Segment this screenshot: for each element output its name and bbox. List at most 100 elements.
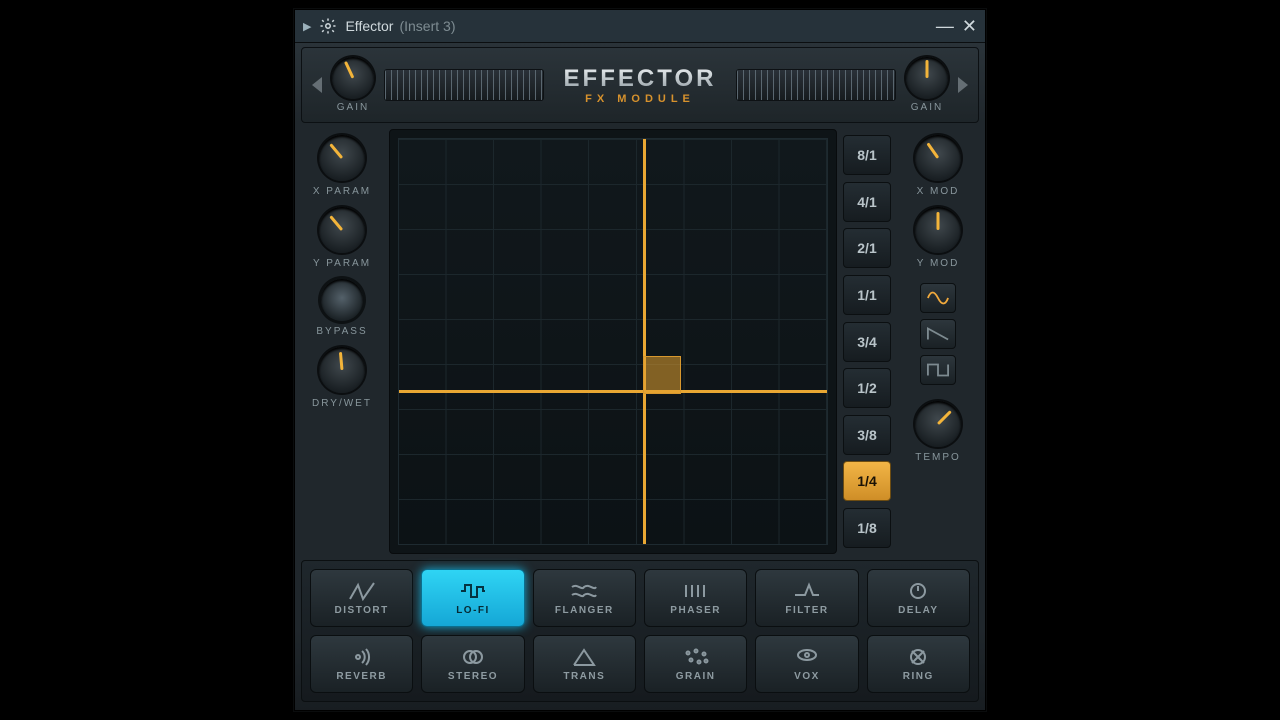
effect-distort[interactable]: DISTORT bbox=[310, 569, 413, 627]
waveform-sine-button[interactable] bbox=[920, 283, 956, 313]
rate-1-4[interactable]: 1/4 bbox=[843, 461, 891, 501]
xy-pad-frame bbox=[389, 129, 837, 554]
effect-vox[interactable]: VOX bbox=[755, 635, 858, 693]
effect-ring-label: RING bbox=[903, 671, 934, 682]
effect-phaser-label: PHASER bbox=[670, 605, 721, 616]
menu-caret-icon[interactable]: ▶ bbox=[303, 20, 311, 33]
tempo-label: TEMPO bbox=[915, 452, 961, 463]
drywet-knob[interactable] bbox=[319, 347, 365, 393]
bypass-label: BYPASS bbox=[316, 326, 367, 337]
flanger-icon bbox=[570, 581, 598, 601]
effect-trans[interactable]: TRANS bbox=[533, 635, 636, 693]
x-mod-label: X MOD bbox=[917, 186, 960, 197]
effect-grain-label: GRAIN bbox=[676, 671, 716, 682]
gain-out-knob[interactable] bbox=[906, 57, 948, 99]
rate-list: 8/1 4/1 2/1 1/1 3/4 1/2 3/8 1/4 1/8 bbox=[843, 129, 891, 554]
gain-out-knob-group: GAIN bbox=[906, 57, 948, 113]
rate-2-1[interactable]: 2/1 bbox=[843, 228, 891, 268]
plugin-window: ▶ Effector (Insert 3) — ✕ GAIN EFFECTOR … bbox=[294, 9, 986, 711]
right-column: X MOD Y MOD TEMPO bbox=[897, 129, 979, 554]
effect-flanger-label: FLANGER bbox=[555, 605, 614, 616]
window-title: Effector bbox=[345, 18, 393, 34]
rate-3-4[interactable]: 3/4 bbox=[843, 322, 891, 362]
xy-crosshair-v bbox=[643, 139, 646, 544]
rate-1-8[interactable]: 1/8 bbox=[843, 508, 891, 548]
rate-8-1[interactable]: 8/1 bbox=[843, 135, 891, 175]
plugin-body: GAIN EFFECTOR FX MODULE GAIN X PARAM bbox=[295, 43, 985, 710]
distort-icon bbox=[348, 581, 376, 601]
trans-icon bbox=[570, 647, 598, 667]
xy-grid bbox=[399, 139, 827, 544]
effect-lofi-label: LO-FI bbox=[456, 605, 490, 616]
effect-filter[interactable]: FILTER bbox=[755, 569, 858, 627]
waveform-buttons bbox=[920, 283, 956, 385]
effect-trans-label: TRANS bbox=[563, 671, 605, 682]
effect-reverb-label: REVERB bbox=[336, 671, 387, 682]
xy-node[interactable] bbox=[643, 356, 681, 394]
xy-pad[interactable] bbox=[398, 138, 828, 545]
reverb-icon bbox=[348, 647, 376, 667]
effect-vox-label: VOX bbox=[794, 671, 820, 682]
y-mod-label: Y MOD bbox=[917, 258, 960, 269]
effect-lofi[interactable]: LO-FI bbox=[421, 569, 524, 627]
vox-icon bbox=[793, 647, 821, 667]
effect-stereo[interactable]: STEREO bbox=[421, 635, 524, 693]
x-param-label: X PARAM bbox=[313, 186, 371, 197]
gain-in-label: GAIN bbox=[337, 102, 369, 113]
window-subtitle: (Insert 3) bbox=[399, 18, 455, 34]
effect-ring[interactable]: RING bbox=[867, 635, 970, 693]
effects-panel: DISTORT LO-FI FLANGER PHASER FILTER DELAY REV… bbox=[301, 560, 979, 702]
logo: EFFECTOR FX MODULE bbox=[554, 65, 727, 105]
x-mod-knob[interactable] bbox=[915, 135, 961, 181]
left-column: X PARAM Y PARAM BYPASS DRY/WET bbox=[301, 129, 383, 554]
preset-next-icon[interactable] bbox=[958, 77, 968, 93]
waveform-saw-button[interactable] bbox=[920, 319, 956, 349]
effect-reverb[interactable]: REVERB bbox=[310, 635, 413, 693]
effect-phaser[interactable]: PHASER bbox=[644, 569, 747, 627]
effect-grain[interactable]: GRAIN bbox=[644, 635, 747, 693]
effect-stereo-label: STEREO bbox=[448, 671, 498, 682]
effect-delay-label: DELAY bbox=[898, 605, 938, 616]
ring-icon bbox=[904, 647, 932, 667]
logo-subtitle: FX MODULE bbox=[585, 93, 695, 105]
gain-out-label: GAIN bbox=[911, 102, 943, 113]
minimize-icon[interactable]: — bbox=[936, 17, 952, 35]
y-param-knob[interactable] bbox=[319, 207, 365, 253]
phaser-icon bbox=[682, 581, 710, 601]
xy-crosshair-h bbox=[399, 390, 827, 393]
filter-icon bbox=[793, 581, 821, 601]
gain-in-knob-group: GAIN bbox=[332, 57, 374, 113]
y-mod-knob[interactable] bbox=[915, 207, 961, 253]
output-meter bbox=[736, 69, 896, 101]
titlebar: ▶ Effector (Insert 3) — ✕ bbox=[295, 10, 985, 43]
drywet-label: DRY/WET bbox=[312, 398, 372, 409]
close-icon[interactable]: ✕ bbox=[962, 17, 977, 35]
x-param-knob[interactable] bbox=[319, 135, 365, 181]
center-area: 8/1 4/1 2/1 1/1 3/4 1/2 3/8 1/4 1/8 bbox=[389, 129, 891, 554]
tempo-knob[interactable] bbox=[915, 401, 961, 447]
effect-flanger[interactable]: FLANGER bbox=[533, 569, 636, 627]
input-meter bbox=[384, 69, 544, 101]
effects-row-1: DISTORT LO-FI FLANGER PHASER FILTER DELAY bbox=[310, 569, 970, 627]
gain-in-knob[interactable] bbox=[332, 57, 374, 99]
delay-icon bbox=[904, 581, 932, 601]
preset-prev-icon[interactable] bbox=[312, 77, 322, 93]
logo-title: EFFECTOR bbox=[564, 65, 717, 93]
effect-filter-label: FILTER bbox=[785, 605, 828, 616]
effect-distort-label: DISTORT bbox=[335, 605, 389, 616]
rate-1-2[interactable]: 1/2 bbox=[843, 368, 891, 408]
effects-row-2: REVERB STEREO TRANS GRAIN VOX RING bbox=[310, 635, 970, 693]
rate-1-1[interactable]: 1/1 bbox=[843, 275, 891, 315]
bypass-button[interactable] bbox=[321, 279, 363, 321]
rate-4-1[interactable]: 4/1 bbox=[843, 182, 891, 222]
effect-delay[interactable]: DELAY bbox=[867, 569, 970, 627]
top-bar: GAIN EFFECTOR FX MODULE GAIN bbox=[301, 47, 979, 123]
lofi-icon bbox=[459, 581, 487, 601]
gear-icon[interactable] bbox=[319, 17, 337, 35]
main-area: X PARAM Y PARAM BYPASS DRY/WET bbox=[301, 129, 979, 554]
stereo-icon bbox=[459, 647, 487, 667]
y-param-label: Y PARAM bbox=[313, 258, 371, 269]
rate-3-8[interactable]: 3/8 bbox=[843, 415, 891, 455]
grain-icon bbox=[682, 647, 710, 667]
waveform-square-button[interactable] bbox=[920, 355, 956, 385]
